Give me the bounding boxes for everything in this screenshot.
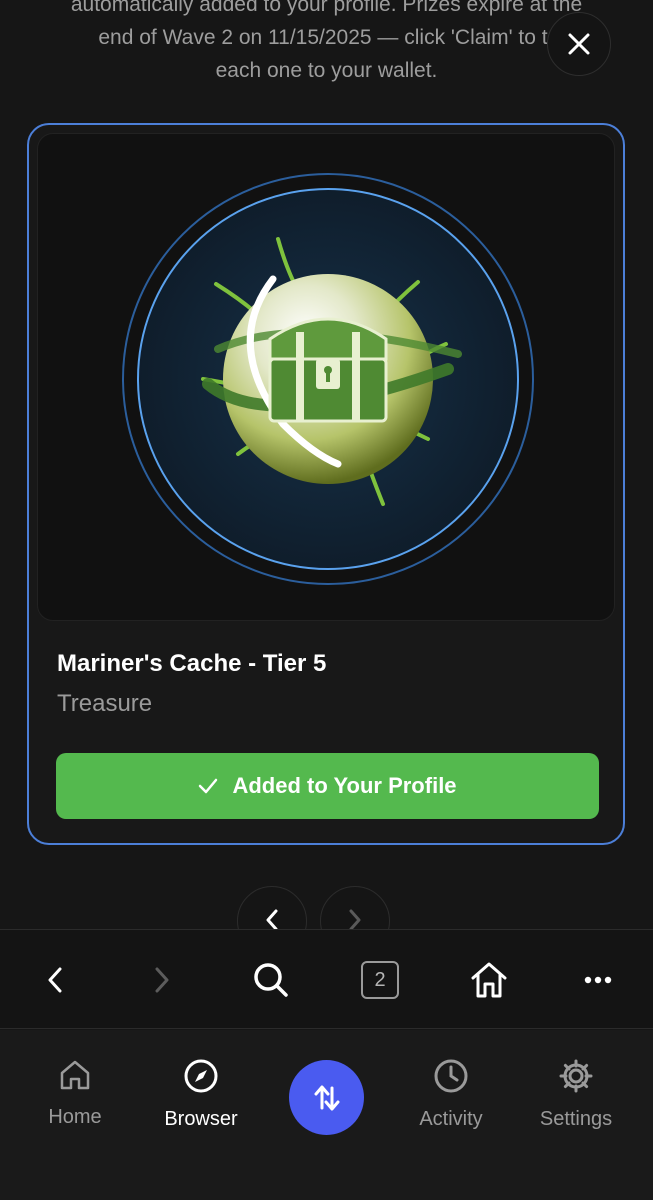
browser-forward-button[interactable] <box>122 930 202 1030</box>
description-line-1: automatically added to your profile. Pri… <box>70 0 583 16</box>
nav-home-label: Home <box>48 1106 102 1128</box>
prize-description: automatically added to your profile. Pri… <box>20 0 633 87</box>
check-icon <box>199 778 218 794</box>
chevron-left-icon <box>266 909 278 931</box>
more-options-button[interactable] <box>558 930 638 1030</box>
browser-back-button[interactable] <box>15 930 95 1030</box>
forward-arrow-icon <box>155 967 169 993</box>
clock-icon <box>434 1059 468 1093</box>
nav-activity-label: Activity <box>419 1108 483 1130</box>
swap-arrows-icon <box>314 1085 339 1110</box>
compass-icon <box>184 1059 218 1093</box>
nav-home[interactable]: Home <box>20 1058 130 1129</box>
back-arrow-icon <box>48 967 62 993</box>
nav-settings[interactable]: Settings <box>521 1058 631 1131</box>
nav-activity[interactable]: Activity <box>396 1058 506 1131</box>
swap-button[interactable] <box>289 1060 364 1135</box>
chevron-right-icon <box>349 909 361 931</box>
added-to-profile-button[interactable]: Added to Your Profile <box>56 753 599 819</box>
tab-count: 2 <box>361 961 399 999</box>
close-button[interactable] <box>547 12 611 76</box>
item-title: Mariner's Cache - Tier 5 <box>57 650 327 677</box>
tabs-button[interactable]: 2 <box>340 930 420 1030</box>
nav-settings-label: Settings <box>539 1108 613 1130</box>
home-icon <box>471 962 507 998</box>
description-line-2: end of Wave 2 on 11/15/2025 — click 'Cla… <box>98 26 555 49</box>
browser-toolbar: 2 <box>0 929 653 1029</box>
search-icon <box>254 963 288 997</box>
home-icon <box>60 1060 90 1090</box>
item-type: Treasure <box>57 690 153 717</box>
description-line-3: each one to your wallet. <box>215 59 438 82</box>
treasure-artwork <box>37 133 615 621</box>
button-label: Added to Your Profile <box>232 773 457 798</box>
gear-icon <box>559 1059 593 1093</box>
prize-card: Mariner's Cache - Tier 5 Treasure Added … <box>27 123 625 845</box>
bottom-navigation: Home Browser Activity Settings <box>0 1030 653 1200</box>
close-icon <box>568 33 590 55</box>
more-dots-icon <box>584 976 612 984</box>
search-button[interactable] <box>231 930 311 1030</box>
nav-browser[interactable]: Browser <box>146 1058 256 1131</box>
browser-home-button[interactable] <box>449 930 529 1030</box>
nav-browser-label: Browser <box>164 1108 238 1130</box>
